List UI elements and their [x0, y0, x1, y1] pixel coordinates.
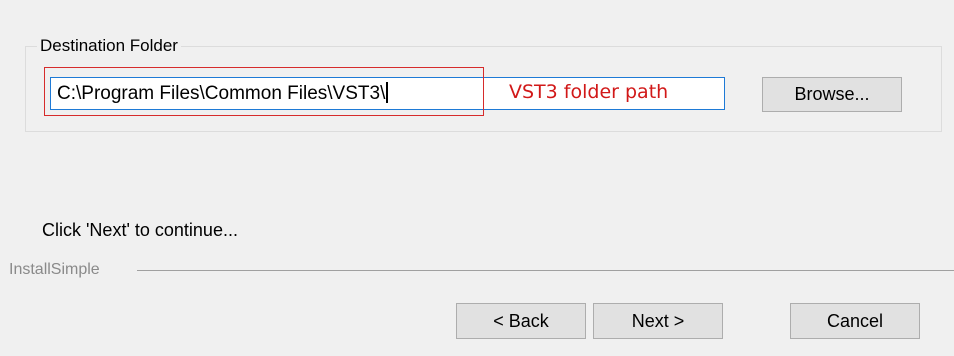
next-button[interactable]: Next >: [593, 303, 723, 339]
continue-instruction-text: Click 'Next' to continue...: [42, 220, 238, 240]
brand-separator-line: [137, 270, 954, 271]
cancel-button[interactable]: Cancel: [790, 303, 920, 339]
destination-folder-label: Destination Folder: [37, 36, 181, 56]
back-button[interactable]: < Back: [456, 303, 586, 339]
annotation-label: VST3 folder path: [509, 81, 669, 103]
browse-button[interactable]: Browse...: [762, 77, 902, 112]
annotation-highlight-box: [44, 67, 484, 116]
installer-brand-label: InstallSimple: [9, 261, 100, 278]
